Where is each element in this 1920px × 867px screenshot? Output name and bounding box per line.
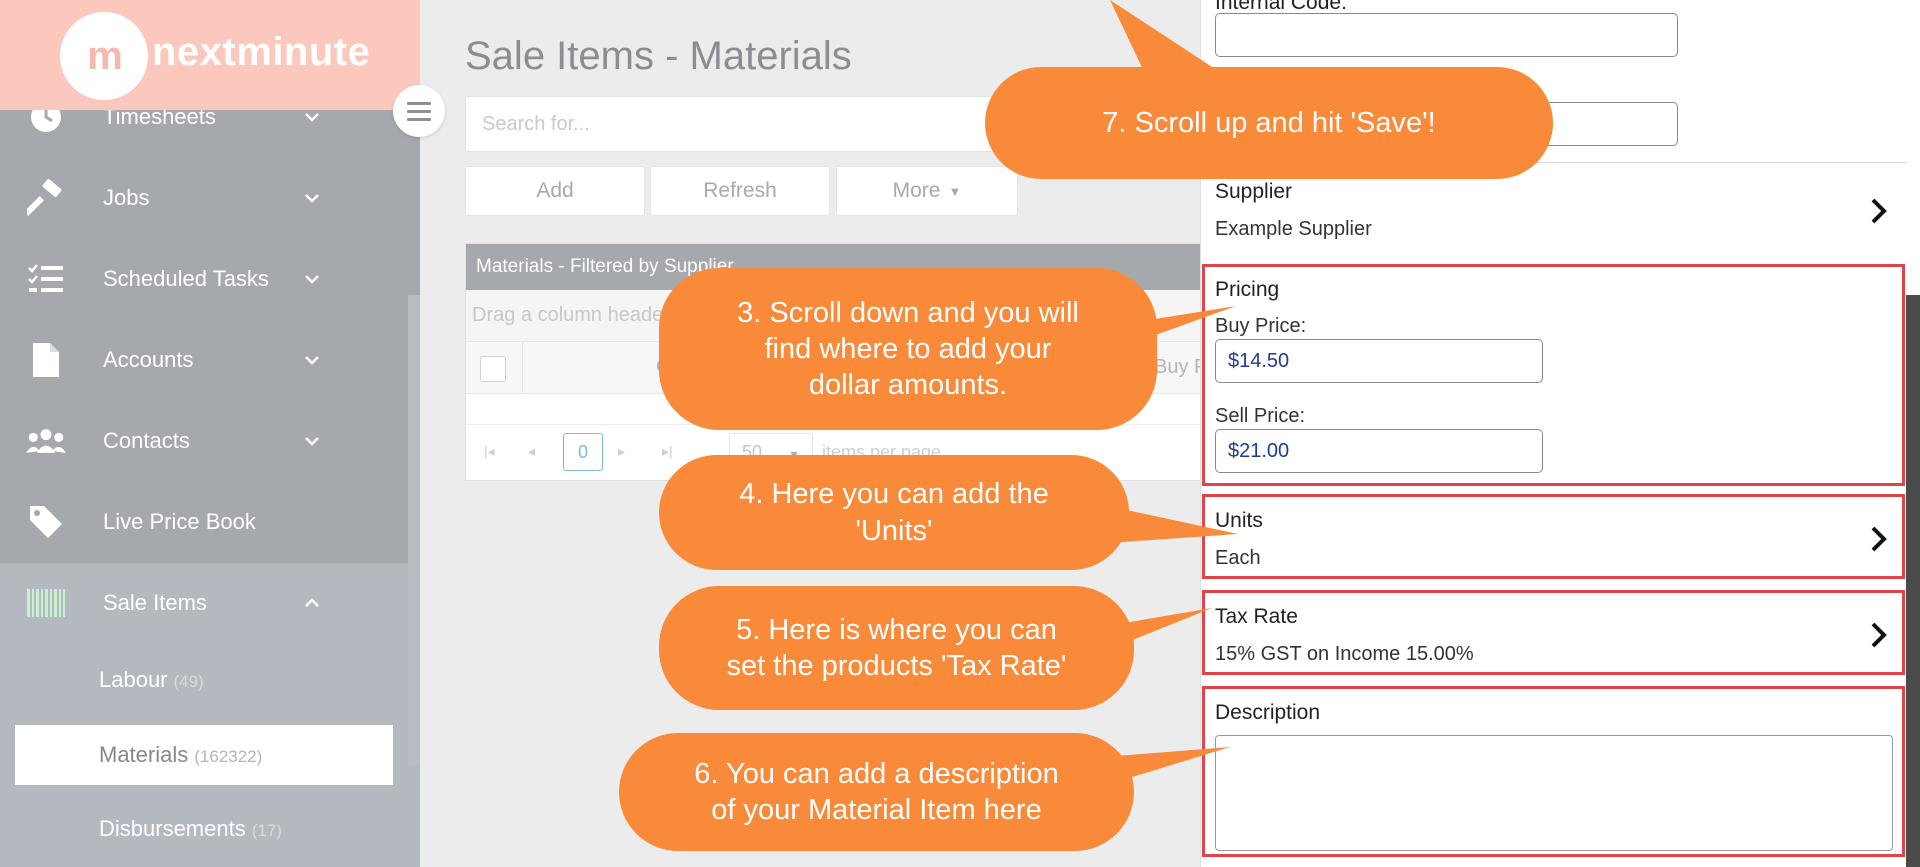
callout-pricing: 3. Scroll down and you will find where t…: [659, 268, 1157, 430]
nav-label: Contacts: [103, 428, 190, 453]
callout-tax-rate: 5. Here is where you can set the product…: [659, 586, 1134, 710]
first-page-icon[interactable]: |◂: [484, 443, 495, 460]
hammer-icon: [26, 178, 66, 218]
checklist-icon: [26, 259, 66, 299]
page-title: Sale Items - Materials: [465, 34, 852, 78]
callout-description: 6. You can add a description of your Mat…: [619, 733, 1134, 851]
nav-sale-items[interactable]: Sale Items: [0, 563, 420, 643]
nav-live-price-book[interactable]: Live Price Book: [0, 482, 420, 562]
chevron-right-icon[interactable]: [1867, 620, 1891, 650]
callout-text: 7. Scroll up and hit 'Save'!: [1102, 106, 1436, 139]
logo-text: nextminute: [152, 30, 371, 74]
search-input[interactable]: [482, 112, 1024, 136]
logo-mark: m: [60, 12, 148, 100]
callout-text: 5. Here is where you can: [736, 613, 1057, 646]
units-highlight: [1202, 494, 1905, 579]
sale-items-group: Labour (49) Materials (162322) Disbursemen…: [0, 610, 420, 867]
column-divider: [522, 342, 523, 394]
tax-rate-label: Tax Rate: [1215, 605, 1298, 628]
supplier-label: Supplier: [1215, 180, 1293, 203]
sub-item-count: (162322): [194, 747, 263, 766]
pricing-label: Pricing: [1215, 278, 1280, 301]
sub-item-disbursements[interactable]: Disbursements (17): [0, 799, 420, 859]
sub-item-label: Labour: [99, 667, 168, 692]
more-label: More: [892, 179, 941, 202]
chevron-down-icon: [305, 275, 319, 284]
sub-item-labour[interactable]: Labour (49): [0, 650, 420, 710]
sub-item-count: (49): [173, 672, 204, 691]
sell-price-label: Sell Price:: [1215, 405, 1306, 427]
nav-label: Live Price Book: [103, 509, 256, 534]
callout-text: 'Units': [855, 514, 933, 547]
chevron-right-icon[interactable]: [1867, 196, 1891, 226]
document-icon: [26, 340, 66, 380]
units-value: Each: [1215, 547, 1261, 569]
callout-text: dollar amounts.: [808, 369, 1008, 402]
chevron-right-icon[interactable]: [1867, 524, 1891, 554]
tax-rate-value: 15% GST on Income 15.00%: [1215, 643, 1474, 665]
description-textarea[interactable]: [1215, 735, 1893, 851]
nav-label: Scheduled Tasks: [103, 266, 269, 291]
chevron-up-icon: [305, 598, 319, 607]
prev-page-icon[interactable]: ◂: [528, 443, 535, 460]
current-page[interactable]: 0: [563, 433, 603, 471]
callout-text: find where to add your: [764, 332, 1052, 365]
search-box[interactable]: [465, 96, 1025, 152]
nav-label: Accounts: [103, 347, 194, 372]
caret-down-icon: ▼: [948, 183, 962, 199]
nav-scheduled-tasks[interactable]: Scheduled Tasks: [0, 239, 420, 319]
barcode-icon: [26, 583, 66, 623]
chevron-down-icon: [305, 194, 319, 203]
select-all-checkbox[interactable]: [480, 356, 506, 382]
buy-price-input[interactable]: $14.50: [1215, 339, 1543, 383]
callout-text: 6. You can add a description: [694, 757, 1059, 790]
more-button[interactable]: More ▼: [836, 166, 1018, 216]
people-icon: [26, 421, 66, 461]
tag-icon: [26, 502, 66, 542]
sub-item-label: Disbursements: [99, 816, 246, 841]
sidebar: Timesheets Jobs Scheduled Tasks Accounts…: [0, 0, 420, 867]
next-page-icon[interactable]: ▸: [618, 443, 625, 460]
nav-accounts[interactable]: Accounts: [0, 320, 420, 400]
nav-label: Sale Items: [103, 590, 207, 615]
callout-text: 4. Here you can add the: [739, 478, 1049, 511]
chevron-down-icon: [305, 437, 319, 446]
callout-text: of your Material Item here: [711, 794, 1042, 826]
sub-item-count: (17): [251, 821, 282, 840]
supplier-value: Example Supplier: [1215, 218, 1372, 240]
last-page-icon[interactable]: ▸|: [662, 443, 673, 460]
nav-jobs[interactable]: Jobs: [0, 158, 420, 238]
internal-code-input[interactable]: [1215, 13, 1678, 57]
callout-save: 7. Scroll up and hit 'Save'!: [985, 67, 1553, 179]
description-label: Description: [1215, 701, 1321, 724]
chevron-down-icon: [305, 356, 319, 365]
callout-text: 3. Scroll down and you will: [737, 296, 1079, 329]
chevron-down-icon: [305, 113, 319, 122]
sidebar-scrollbar[interactable]: [408, 295, 420, 765]
callout-units: 4. Here you can add the 'Units': [659, 455, 1129, 570]
panel-scrollbar[interactable]: [1906, 295, 1920, 867]
logo-area: m nextminute: [0, 0, 420, 110]
units-label: Units: [1215, 509, 1263, 532]
add-button[interactable]: Add: [465, 166, 645, 216]
callout-text: set the products 'Tax Rate': [726, 650, 1067, 682]
nav-contacts[interactable]: Contacts: [0, 401, 420, 481]
refresh-button[interactable]: Refresh: [650, 166, 830, 216]
menu-toggle-button[interactable]: [393, 85, 445, 137]
sub-item-materials[interactable]: Materials (162322): [15, 725, 393, 785]
sell-price-input[interactable]: $21.00: [1215, 429, 1543, 473]
buy-price-label: Buy Price:: [1215, 315, 1307, 337]
sub-item-label: Materials: [99, 742, 189, 767]
nav-label: Jobs: [103, 185, 150, 210]
